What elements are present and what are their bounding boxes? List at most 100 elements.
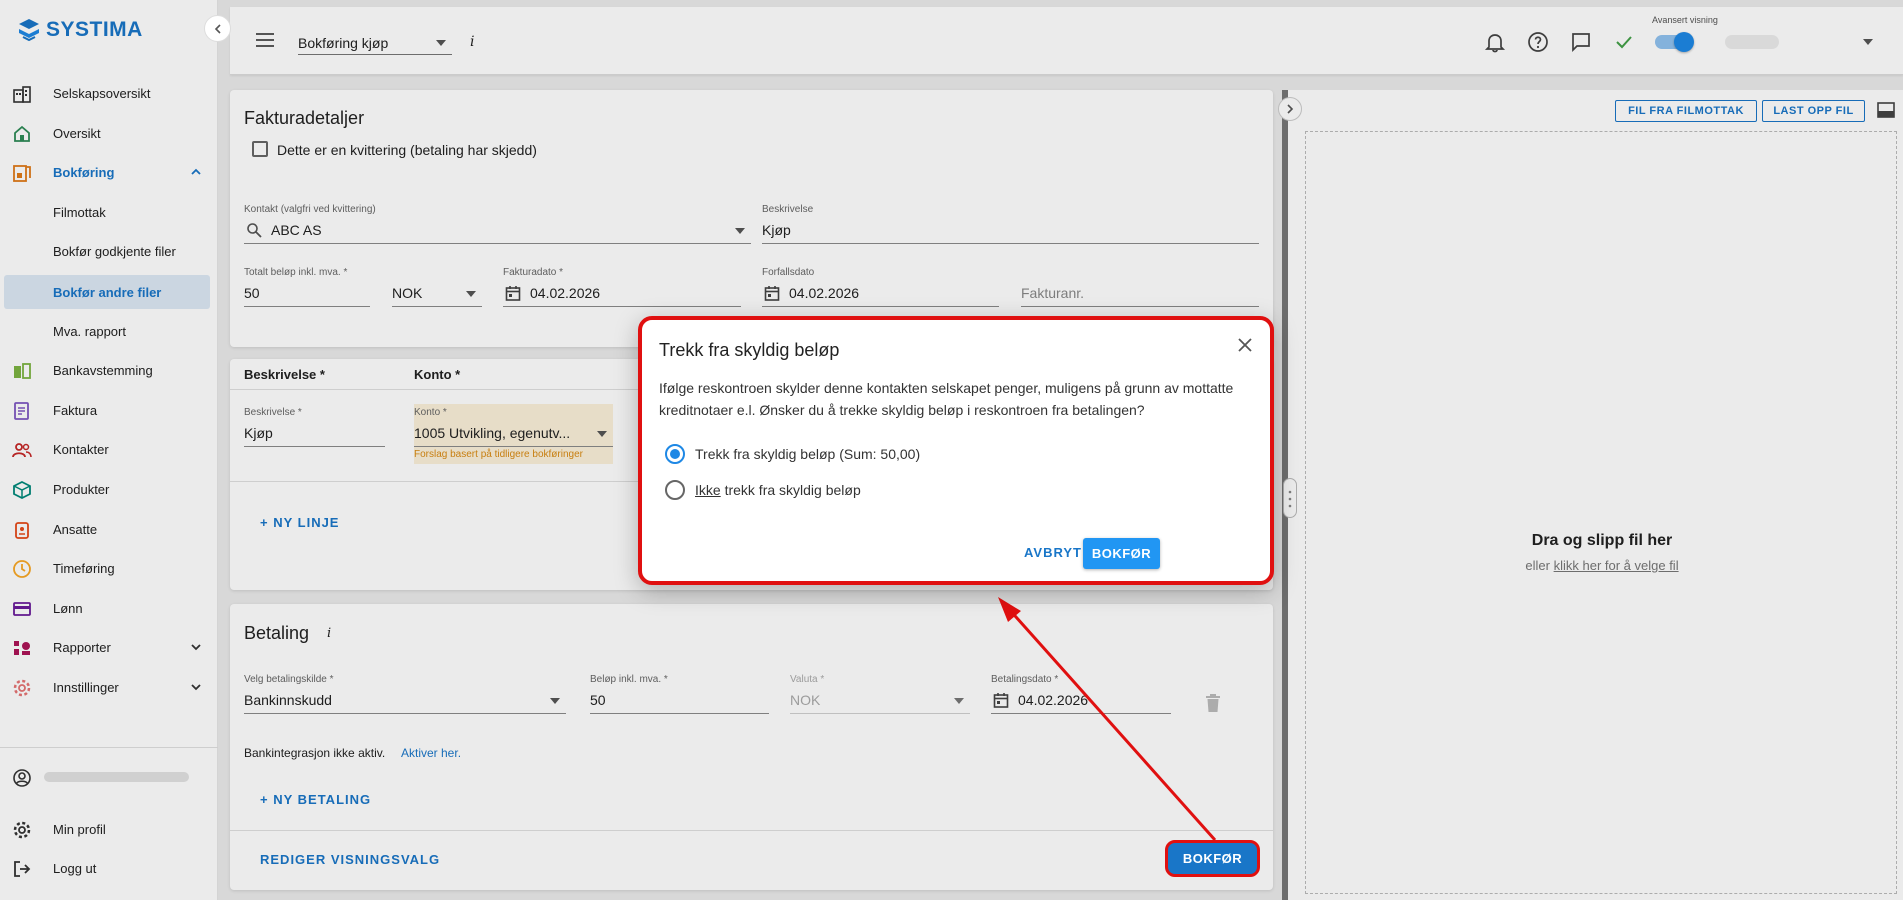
contact-field[interactable]: Kontakt (valgfri ved kvittering) ABC AS [244, 204, 751, 244]
field-label: Totalt beløp inkl. mva. * [244, 267, 348, 278]
chat-icon[interactable] [1569, 30, 1593, 54]
sidebar-item-bokfor-andre-filer[interactable]: Bokfør andre filer [4, 275, 210, 309]
logo-text: SYSTIMA [46, 18, 143, 41]
radio-unselected[interactable] [665, 480, 685, 500]
account-circle-icon [13, 769, 31, 787]
expand-panel-button[interactable] [1278, 97, 1302, 121]
close-icon[interactable] [1238, 338, 1252, 352]
resize-handle[interactable] [1283, 478, 1297, 518]
cancel-button[interactable]: AVBRYT [1024, 545, 1082, 560]
add-payment-button[interactable]: + NY BETALING [260, 792, 371, 807]
edit-view-options-button[interactable]: REDIGER VISNINGSVALG [260, 852, 440, 867]
dropzone-prefix: eller [1525, 558, 1550, 573]
add-line-button[interactable]: + NY LINJE [260, 515, 339, 530]
user-menu-placeholder[interactable] [1725, 35, 1779, 49]
dialog-title: Trekk fra skyldig beløp [659, 340, 840, 360]
delete-icon[interactable] [1206, 694, 1220, 712]
collapse-sidebar-button[interactable] [204, 15, 231, 42]
field-value: NOK [392, 285, 423, 301]
file-dropzone[interactable]: Dra og slipp fil her eller klikk her for… [1305, 131, 1897, 894]
sidebar-item-bokforing[interactable]: Bokføring [4, 155, 210, 189]
description-field[interactable]: Beskrivelse Kjøp [762, 204, 1259, 244]
field-value: NOK [790, 692, 821, 708]
line-description-field[interactable]: Beskrivelse * Kjøp [244, 407, 385, 447]
payment-source-select[interactable]: Velg betalingskilde * Bankinnskudd [244, 674, 566, 714]
payment-amount-field[interactable]: Beløp inkl. mva. * 50 [590, 674, 769, 714]
card-title: Fakturadetaljer [244, 108, 365, 128]
radio-selected[interactable] [665, 444, 685, 464]
total-amount-field[interactable]: Totalt beløp inkl. mva. * 50 [244, 267, 370, 307]
option-deduct-label: Trekk fra skyldig beløp (Sum: 50,00) [695, 446, 921, 462]
due-date-field[interactable]: Forfallsdato 04.02.2026 [762, 267, 999, 307]
field-value: Bankinnskudd [244, 692, 332, 708]
sidebar-item-label: Mva. rapport [53, 323, 126, 339]
info-icon[interactable]: i [470, 34, 474, 50]
field-label: Beskrivelse * [244, 407, 302, 418]
sidebar-item-timeforing[interactable]: Timeføring [4, 551, 210, 585]
confirm-button[interactable]: BOKFØR [1083, 538, 1160, 569]
drag-dots-icon [1288, 490, 1292, 508]
line-account-field[interactable]: Konto * 1005 Utvikling, egenutv... Forsl… [414, 407, 613, 460]
menu-icon[interactable] [256, 33, 274, 47]
sidebar-item-ansatte[interactable]: Ansatte [4, 512, 210, 546]
option-deduct[interactable]: Trekk fra skyldig beløp (Sum: 50,00) [665, 443, 920, 465]
panel-layout-icon[interactable] [1877, 102, 1895, 118]
payment-date-field[interactable]: Betalingsdato * 04.02.2026 [991, 674, 1171, 714]
dropdown-arrow-icon [954, 698, 964, 704]
field-value: Kjøp [762, 222, 791, 238]
field-placeholder: Fakturanr. [1021, 285, 1085, 301]
invoice-number-field[interactable]: Fakturanr. [1021, 267, 1259, 307]
bell-icon[interactable] [1483, 30, 1507, 54]
invoice-icon [14, 402, 29, 420]
activate-bank-link[interactable]: Aktiver her. [401, 746, 461, 760]
help-icon[interactable] [1526, 30, 1550, 54]
logo[interactable]: SYSTIMA [18, 18, 143, 42]
sidebar: SYSTIMA Selskapsoversikt Oversikt Bokfør… [0, 0, 218, 900]
field-label: Konto * [414, 407, 447, 418]
sidebar-item-label: Filmottak [53, 204, 106, 220]
dropdown-arrow-icon[interactable] [1863, 39, 1873, 45]
sidebar-item-kontakter[interactable]: Kontakter [4, 432, 210, 466]
info-icon[interactable]: i [327, 626, 331, 641]
upload-file-button[interactable]: LAST OPP FIL [1762, 100, 1865, 122]
employees-icon [15, 522, 29, 539]
invoice-date-field[interactable]: Fakturadato * 04.02.2026 [503, 267, 741, 307]
receipt-checkbox[interactable] [252, 141, 268, 157]
sidebar-item-lonn[interactable]: Lønn [4, 591, 210, 625]
logout-icon [14, 861, 31, 877]
sidebar-item-faktura[interactable]: Faktura [4, 393, 210, 427]
check-icon[interactable] [1612, 30, 1636, 54]
sidebar-item-rapporter[interactable]: Rapporter [4, 630, 210, 664]
systima-logo-icon [19, 19, 39, 42]
sidebar-item-bokfor-godkjente-filer[interactable]: Bokfør godkjente filer [4, 234, 210, 268]
sidebar-item-oversikt[interactable]: Oversikt [4, 116, 210, 150]
user-row[interactable] [0, 760, 218, 794]
currency-select[interactable]: NOK [392, 267, 482, 307]
toggle-knob[interactable] [1674, 32, 1694, 52]
file-from-inbox-button[interactable]: FIL FRA FILMOTTAK [1615, 100, 1757, 122]
option-no-deduct[interactable]: Ikke trekk fra skyldig beløp [665, 479, 861, 501]
dialog-body: Ifølge reskontroen skylder denne kontakt… [659, 380, 1234, 418]
sidebar-item-selskapsoversikt[interactable]: Selskapsoversikt [4, 76, 210, 110]
field-value: 04.02.2026 [530, 285, 601, 301]
footer-divider [230, 830, 1273, 831]
sidebar-item-innstillinger[interactable]: Innstillinger [4, 670, 210, 704]
sidebar-item-label: Faktura [53, 402, 98, 418]
chevron-left-icon [214, 23, 221, 34]
payroll-icon [13, 602, 31, 616]
field-label: Beløp inkl. mva. * [590, 674, 668, 685]
sidebar-item-bankavstemming[interactable]: Bankavstemming [4, 353, 210, 387]
submit-button[interactable]: BOKFØR [1165, 840, 1260, 877]
sidebar-item-min-profil[interactable]: Min profil [4, 812, 210, 846]
sidebar-item-produkter[interactable]: Produkter [4, 472, 210, 506]
choose-file-link[interactable]: klikk her for å velge fil [1554, 558, 1679, 573]
view-select[interactable]: Bokføring kjøp [298, 29, 452, 55]
settings-icon [13, 679, 31, 697]
file-panel: FIL FRA FILMOTTAK LAST OPP FIL Dra og sl… [1288, 90, 1903, 900]
sidebar-item-label: Rapporter [53, 639, 111, 655]
sidebar-item-mva-rapport[interactable]: Mva. rapport [4, 314, 210, 348]
sidebar-item-filmottak[interactable]: Filmottak [4, 195, 210, 229]
calendar-icon [993, 693, 1009, 708]
sidebar-item-label: Bokfør andre filer [53, 284, 162, 300]
sidebar-item-logg-ut[interactable]: Logg ut [4, 851, 210, 885]
